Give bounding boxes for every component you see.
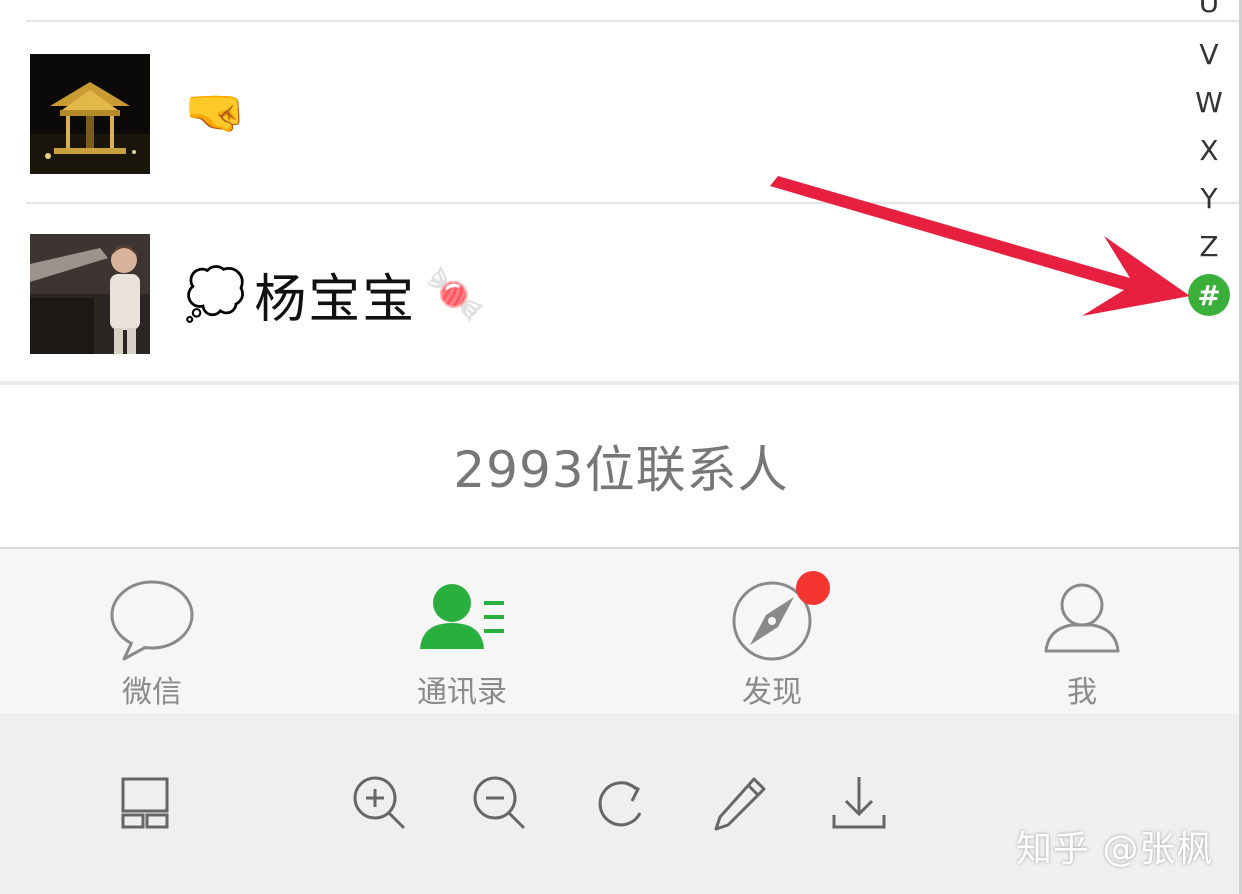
index-letter-y[interactable]: Y (1184, 182, 1234, 215)
contact-name: 💭 杨宝宝 🍬 (184, 204, 487, 384)
tab-contacts[interactable]: 通讯录 (362, 549, 562, 715)
watermark: 知乎 @张枫 (1016, 829, 1214, 870)
notification-badge (796, 571, 830, 605)
tab-chats[interactable]: 微信 (52, 549, 252, 715)
index-letter-v[interactable]: V (1184, 38, 1234, 71)
candy-emoji: 🍬 (424, 265, 487, 323)
chat-bubble-icon (102, 571, 202, 671)
contact-row[interactable]: 🤜 (0, 22, 1242, 202)
fist-emoji: 🤜 (184, 83, 247, 141)
contact-name: 🤜 (184, 22, 262, 202)
alphabet-index-bar[interactable]: U V W X Y Z # (1184, 0, 1234, 330)
tab-label: 微信 (122, 675, 182, 710)
index-letter-x[interactable]: X (1184, 134, 1234, 167)
thought-bubble-emoji: 💭 (184, 265, 247, 323)
index-letter-hash-active[interactable]: # (1188, 274, 1230, 316)
edit-icon[interactable] (706, 769, 776, 839)
tab-discover[interactable]: 发现 (672, 549, 872, 715)
avatar (30, 54, 150, 174)
rotate-icon[interactable] (586, 769, 656, 839)
index-letter-w[interactable]: W (1184, 86, 1234, 119)
tab-label: 我 (1067, 675, 1097, 710)
index-letter-u[interactable]: U (1184, 0, 1234, 19)
contacts-icon (412, 571, 512, 671)
zoom-in-icon[interactable] (344, 769, 414, 839)
tab-label: 通讯录 (417, 675, 507, 710)
contact-list: 🤜 💭 杨宝宝 🍬 (0, 0, 1242, 384)
layout-icon[interactable] (110, 769, 180, 839)
person-icon (1032, 571, 1132, 671)
contact-name-text: 杨宝宝 (254, 269, 417, 330)
contact-row[interactable]: 💭 杨宝宝 🍬 (0, 204, 1242, 384)
contact-count: 2993位联系人 (453, 441, 789, 499)
avatar (30, 234, 150, 354)
tab-label: 发现 (742, 675, 802, 710)
contact-count-row: 2993位联系人 (0, 385, 1242, 547)
tab-bar: 微信 通讯录 发现 我 (0, 547, 1242, 715)
zoom-out-icon[interactable] (464, 769, 534, 839)
tab-me[interactable]: 我 (982, 549, 1182, 715)
download-icon[interactable] (824, 769, 894, 839)
index-letter-z[interactable]: Z (1184, 230, 1234, 263)
